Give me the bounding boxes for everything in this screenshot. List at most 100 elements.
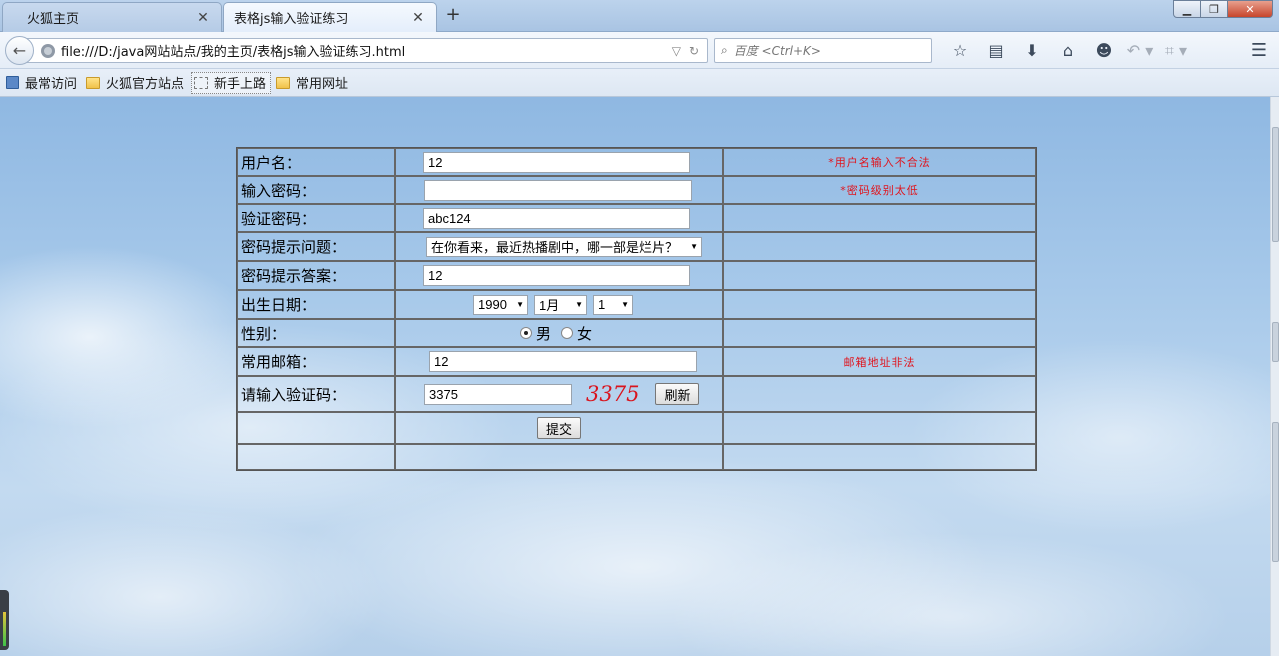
clipboard-icon[interactable]: ▤ <box>978 40 1014 62</box>
maximize-button[interactable]: ❐ <box>1200 0 1228 18</box>
chevron-down-icon: ▼ <box>516 300 524 309</box>
row-captcha: 请输入验证码： 3375 3375 刷新 <box>237 376 1036 412</box>
password-input[interactable] <box>424 179 692 201</box>
back-button[interactable]: ← <box>5 36 34 65</box>
birth-date-message <box>723 290 1036 319</box>
download-icon[interactable]: ⬇ <box>1014 40 1050 62</box>
tab-strip: 火狐主页 ✕ 表格js输入验证练习 ✕ + ▁ ❐ ✕ <box>0 0 1279 32</box>
search-icon: ⌕ <box>721 43 728 57</box>
folder-icon <box>86 76 101 89</box>
birth-day-select[interactable]: 1 ▼ <box>593 294 633 315</box>
hamburger-icon[interactable]: ☰ <box>1251 40 1267 61</box>
bookmarks-toolbar: 最常访问 火狐官方站点 新手上路 常用网址 <box>0 69 1279 97</box>
scroll-thumb[interactable] <box>1272 127 1279 242</box>
scroll-thumb[interactable] <box>1272 422 1279 562</box>
username-error: *用户名输入不合法 <box>723 148 1036 176</box>
bookmark-most-visited[interactable]: 最常访问 <box>4 72 81 94</box>
submit-button[interactable]: 提交 <box>536 417 581 439</box>
birth-year-value: 1990 <box>478 297 507 312</box>
home-icon[interactable]: ⌂ <box>1050 40 1086 62</box>
captcha-label: 请输入验证码： <box>237 376 395 412</box>
gender-male-label: 男 <box>536 324 552 343</box>
gender-message <box>723 319 1036 347</box>
window-controls: ▁ ❐ ✕ <box>1173 0 1273 18</box>
birth-year-select[interactable]: 1990 ▼ <box>473 294 528 315</box>
crop-icon[interactable]: ⌗ ▾ <box>1158 40 1194 62</box>
captcha-image-text: 3375 <box>586 382 640 406</box>
confirm-password-input[interactable]: abc124 <box>423 207 690 229</box>
tab-firefox-home[interactable]: 火狐主页 ✕ <box>2 2 222 32</box>
row-email: 常用邮箱： 12 邮箱地址非法 <box>237 347 1036 376</box>
undo-icon[interactable]: ↶ ▾ <box>1122 40 1158 62</box>
tab-form-validation[interactable]: 表格js输入验证练习 ✕ <box>223 2 437 32</box>
birth-month-value: 1月 <box>539 298 560 313</box>
url-text[interactable]: file:///D:/java网站站点/我的主页/表格js输入验证练习.html <box>61 41 672 60</box>
page-content: 用户名： 12 *用户名输入不合法 输入密码： *密码级别太低 验证密码： ab… <box>0 97 1270 656</box>
row-security-question: 密码提示问题： 在你看来，最近热播剧中，哪一部是烂片？ ▼ <box>237 232 1036 261</box>
row-gender: 性别： 男 女 <box>237 319 1036 347</box>
gender-label: 性别： <box>237 319 395 347</box>
navigation-toolbar: file:///D:/java网站站点/我的主页/表格js输入验证练习.html… <box>0 32 1279 69</box>
security-answer-label: 密码提示答案： <box>237 261 395 290</box>
reload-icon[interactable]: ↻ <box>689 44 699 58</box>
password-label: 输入密码： <box>237 176 395 204</box>
gender-female-label: 女 <box>577 324 593 343</box>
close-icon[interactable]: ✕ <box>410 10 426 26</box>
globe-icon <box>41 43 55 58</box>
bookmark-common-sites[interactable]: 常用网址 <box>274 72 352 94</box>
email-error: 邮箱地址非法 <box>723 347 1036 376</box>
minimize-button[interactable]: ▁ <box>1173 0 1201 18</box>
security-question-message <box>723 232 1036 261</box>
refresh-captcha-button[interactable]: 刷新 <box>655 383 700 405</box>
security-answer-input[interactable]: 12 <box>423 265 690 286</box>
row-password: 输入密码： *密码级别太低 <box>237 176 1036 204</box>
username-label: 用户名： <box>237 148 395 176</box>
security-question-select[interactable]: 在你看来，最近热播剧中，哪一部是烂片？ ▼ <box>426 236 702 257</box>
dropdown-arrow-icon[interactable]: ▽ <box>672 44 681 58</box>
password-error: *密码级别太低 <box>723 176 1036 204</box>
username-input[interactable]: 12 <box>423 151 690 173</box>
email-label: 常用邮箱： <box>237 347 395 376</box>
row-security-answer: 密码提示答案： 12 <box>237 261 1036 290</box>
security-question-label: 密码提示问题： <box>237 232 395 261</box>
smiley-icon[interactable]: ☻ <box>1086 40 1122 62</box>
new-tab-button[interactable]: + <box>442 4 464 28</box>
toolbar-icons: ☆ ▤ ⬇ ⌂ ☻ ↶ ▾ ⌗ ▾ <box>942 40 1194 62</box>
birth-day-value: 1 <box>598 297 606 312</box>
back-arrow-icon: ← <box>12 41 27 60</box>
scroll-thumb[interactable] <box>1272 322 1279 362</box>
email-input[interactable]: 12 <box>429 351 697 372</box>
tab-title: 火狐主页 <box>27 12 80 27</box>
bookmark-getting-started[interactable]: 新手上路 <box>191 71 272 94</box>
page-icon <box>194 76 209 89</box>
gender-male-radio[interactable] <box>520 327 532 339</box>
window-close-button[interactable]: ✕ <box>1227 0 1273 18</box>
chevron-down-icon: ▼ <box>575 300 583 309</box>
row-birth-date: 出生日期： 1990 ▼ 1月 ▼ 1 ▼ <box>237 290 1036 319</box>
vertical-scrollbar[interactable] <box>1270 97 1279 656</box>
row-username: 用户名： 12 *用户名输入不合法 <box>237 148 1036 176</box>
row-submit: 提交 <box>237 412 1036 444</box>
bookmark-firefox-official[interactable]: 火狐官方站点 <box>84 72 188 94</box>
side-gauge-widget <box>0 590 9 650</box>
star-icon[interactable]: ☆ <box>942 40 978 62</box>
close-icon[interactable]: ✕ <box>195 10 211 26</box>
confirm-password-label: 验证密码： <box>237 204 395 232</box>
security-answer-message <box>723 261 1036 290</box>
folder-icon <box>276 76 291 89</box>
url-bar[interactable]: file:///D:/java网站站点/我的主页/表格js输入验证练习.html… <box>22 38 708 63</box>
row-confirm-password: 验证密码： abc124 <box>237 204 1036 232</box>
confirm-password-message <box>723 204 1036 232</box>
captcha-input[interactable]: 3375 <box>424 383 572 405</box>
security-question-value: 在你看来，最近热播剧中，哪一部是烂片？ <box>431 240 679 255</box>
birth-date-label: 出生日期： <box>237 290 395 319</box>
birth-month-select[interactable]: 1月 ▼ <box>534 294 587 315</box>
registration-form-table: 用户名： 12 *用户名输入不合法 输入密码： *密码级别太低 验证密码： ab… <box>236 147 1037 471</box>
chevron-down-icon: ▼ <box>690 242 698 251</box>
captcha-message <box>723 376 1036 412</box>
gender-female-radio[interactable] <box>561 327 574 339</box>
bookmark-recent-icon <box>6 76 19 89</box>
search-box[interactable]: ⌕ 百度 <Ctrl+K> <box>714 38 932 63</box>
search-placeholder: 百度 <Ctrl+K> <box>733 44 821 58</box>
tab-title: 表格js输入验证练习 <box>234 12 349 27</box>
